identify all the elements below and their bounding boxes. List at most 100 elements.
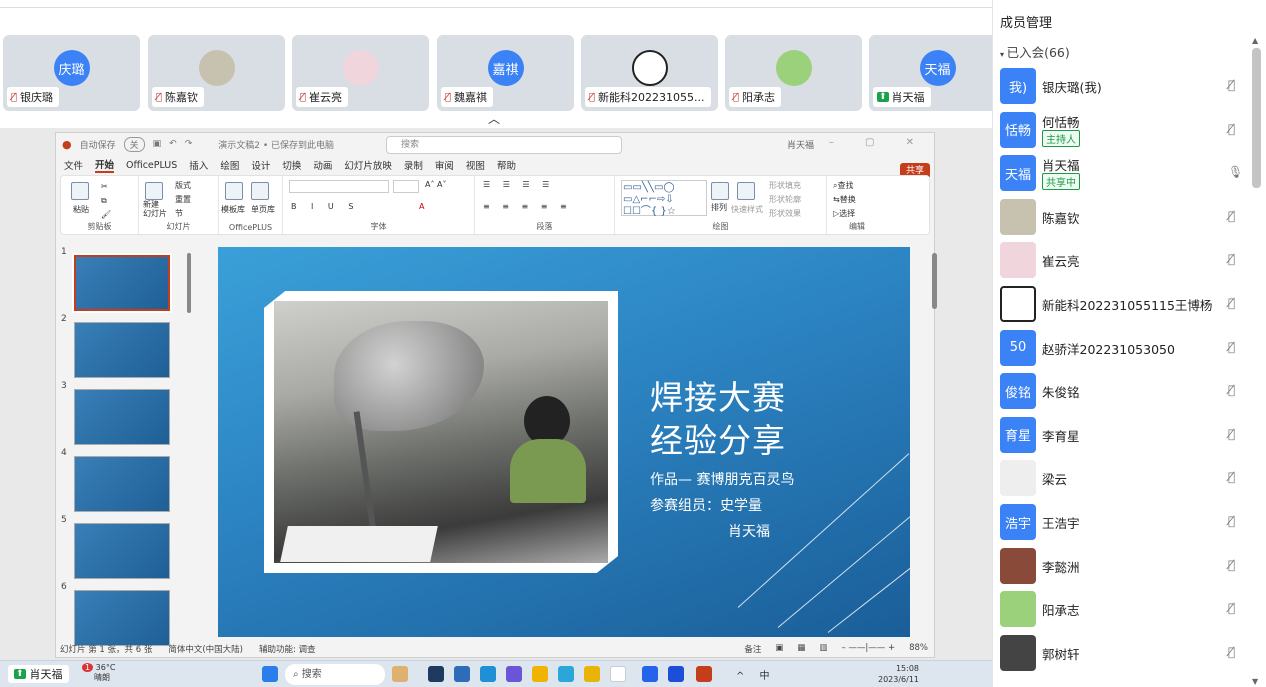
cut-icon[interactable]: ✂: [101, 182, 108, 191]
member-row[interactable]: 新能科202231055115王博杨 🎙̸: [1000, 284, 1240, 324]
video-tile[interactable]: 🎙̸ 阳承志: [725, 35, 862, 111]
new-slide-icon[interactable]: [145, 182, 163, 200]
app-icon[interactable]: [392, 666, 408, 682]
autosave-toggle[interactable]: 关: [123, 136, 145, 152]
menu-2[interactable]: OfficePLUS: [126, 160, 177, 171]
edge-icon[interactable]: [558, 666, 574, 682]
member-row[interactable]: 陈嘉钦 🎙̸: [1000, 197, 1240, 237]
menu-0[interactable]: 文件: [64, 158, 83, 172]
collapse-chevron-icon[interactable]: ︿: [488, 110, 500, 127]
template-lib-icon[interactable]: [225, 182, 243, 200]
template-lib-button[interactable]: 模板库: [221, 204, 245, 215]
language[interactable]: 简体中文(中国大陆): [168, 643, 243, 655]
grow-font-icon[interactable]: A˄ A˅: [425, 180, 447, 189]
thumbs-scrollbar[interactable]: [187, 245, 192, 635]
mic-muted-icon[interactable]: 🎙̸: [1228, 470, 1235, 484]
chrome-icon[interactable]: [584, 666, 600, 682]
zoom-level[interactable]: 88%: [909, 643, 928, 655]
align-buttons[interactable]: ≡ ≡ ≡ ≡ ≡: [483, 202, 572, 211]
store-icon[interactable]: [454, 666, 470, 682]
font-size-select[interactable]: [393, 180, 419, 193]
member-row[interactable]: 李懿洲 🎙̸: [1000, 546, 1240, 586]
mic-muted-icon[interactable]: 🎙̸: [1228, 252, 1235, 266]
panel-scrollbar[interactable]: ▲ ▼: [1249, 36, 1263, 686]
member-row[interactable]: 俊铭 朱俊铭 🎙̸: [1000, 371, 1240, 411]
video-tile[interactable]: 天福 ⬆ 肖天福: [869, 35, 1006, 111]
explorer-icon[interactable]: [532, 666, 548, 682]
normal-view-icon[interactable]: ▣: [775, 643, 783, 655]
slide-member2[interactable]: 肖天福: [728, 521, 770, 541]
slide-thumbnail[interactable]: [74, 322, 170, 378]
section-button[interactable]: 节: [175, 208, 183, 219]
slide-scrollbar[interactable]: [932, 245, 938, 640]
member-row[interactable]: 阳承志 🎙̸: [1000, 589, 1240, 629]
search-box[interactable]: 搜索: [386, 136, 622, 154]
video-tile[interactable]: 🎙̸ 陈嘉钦: [148, 35, 285, 111]
mic-muted-icon[interactable]: 🎙̸: [1228, 296, 1235, 310]
mic-muted-icon[interactable]: 🎙̸: [1228, 78, 1235, 92]
powerpoint-icon[interactable]: [696, 666, 712, 682]
slide-title-line1[interactable]: 焊接大赛: [650, 371, 786, 419]
menu-5[interactable]: 设计: [251, 158, 270, 172]
member-row[interactable]: 50 赵骄洋202231053050 🎙̸: [1000, 328, 1240, 368]
copy-icon[interactable]: ⧉: [101, 196, 107, 206]
zoom-slider[interactable]: – ——|—— +: [841, 643, 895, 655]
video-tile[interactable]: 🎙̸ 崔云亮: [292, 35, 429, 111]
member-row[interactable]: 天福 肖天福 共享中 🎙: [1000, 153, 1243, 193]
video-tile[interactable]: 🎙̸ 新能科202231055...: [581, 35, 718, 111]
slide-canvas[interactable]: 焊接大赛 经验分享 作品— 赛博朋克百灵鸟 参赛组员：史学量 肖天福: [218, 247, 910, 637]
mic-muted-icon[interactable]: 🎙̸: [1228, 209, 1235, 223]
redo-icon[interactable]: ↷: [185, 139, 193, 149]
clock[interactable]: 15:08 2023/6/11: [878, 663, 919, 685]
font-format-buttons[interactable]: B I U S: [291, 202, 359, 211]
member-row[interactable]: 郭树轩 🎙̸: [1000, 633, 1240, 673]
paste-icon[interactable]: [71, 182, 89, 200]
menu-9[interactable]: 录制: [404, 158, 423, 172]
menu-8[interactable]: 幻灯片放映: [344, 158, 392, 172]
meeting-icon[interactable]: [668, 666, 684, 682]
mic-muted-icon[interactable]: 🎙̸: [1228, 601, 1235, 615]
weather-widget[interactable]: 1 36°C 晴朗: [82, 663, 115, 683]
taskbar-search[interactable]: ⌕ 搜索: [285, 664, 385, 685]
sorter-view-icon[interactable]: ▦: [797, 643, 805, 655]
video-tile[interactable]: 嘉祺 🎙̸ 魏嘉祺: [437, 35, 574, 111]
font-name-select[interactable]: [289, 180, 389, 193]
quick-styles-button[interactable]: 快速样式: [731, 204, 763, 215]
font-color-icon[interactable]: A: [419, 202, 424, 211]
joined-section-toggle[interactable]: ▾ 已入会(66): [1000, 42, 1070, 61]
notes-button[interactable]: 备注: [744, 643, 761, 655]
member-row[interactable]: 崔云亮 🎙̸: [1000, 240, 1240, 280]
app3-icon[interactable]: [610, 666, 626, 682]
sharing-indicator[interactable]: ⬆ 肖天福: [8, 665, 69, 683]
video-tile[interactable]: 庆璐 🎙̸ 银庆璐: [3, 35, 140, 111]
start-icon[interactable]: [262, 666, 278, 682]
window-controls[interactable]: – ▢ ✕: [829, 137, 928, 148]
menu-7[interactable]: 动画: [313, 158, 332, 172]
menu-4[interactable]: 绘图: [220, 158, 239, 172]
slide-thumbnail[interactable]: [74, 456, 170, 512]
select-button[interactable]: ▷选择: [833, 208, 855, 219]
slide-thumbnail[interactable]: [74, 389, 170, 445]
shape-outline-button[interactable]: 形状轮廓: [769, 194, 801, 205]
mic-muted-icon[interactable]: 🎙̸: [1228, 558, 1235, 572]
menu-6[interactable]: 切换: [282, 158, 301, 172]
layout-button[interactable]: 版式: [175, 180, 191, 191]
reset-button[interactable]: 重置: [175, 194, 191, 205]
menu-3[interactable]: 插入: [189, 158, 208, 172]
shape-effects-button[interactable]: 形状效果: [769, 208, 801, 219]
reading-view-icon[interactable]: ▥: [819, 643, 827, 655]
mic-muted-icon[interactable]: 🎙̸: [1228, 514, 1235, 528]
single-page-icon[interactable]: [251, 182, 269, 200]
system-tray[interactable]: ^ 中: [736, 667, 776, 682]
mic-muted-icon[interactable]: 🎙̸: [1228, 340, 1235, 354]
list-buttons[interactable]: ☰ ☰ ☰ ☰: [483, 180, 554, 189]
mic-muted-icon[interactable]: 🎙̸: [1228, 383, 1235, 397]
vscode-icon[interactable]: [480, 666, 496, 682]
member-row[interactable]: 恬畅 何恬畅 主持人 🎙̸: [1000, 110, 1240, 150]
arrange-button[interactable]: 排列: [711, 202, 727, 213]
menu-10[interactable]: 审阅: [435, 158, 454, 172]
single-page-button[interactable]: 单页库: [251, 204, 275, 215]
new-slide-button[interactable]: 新建 幻灯片: [143, 200, 167, 218]
menu-1[interactable]: 开始: [95, 157, 115, 173]
mic-muted-icon[interactable]: 🎙̸: [1228, 122, 1235, 136]
